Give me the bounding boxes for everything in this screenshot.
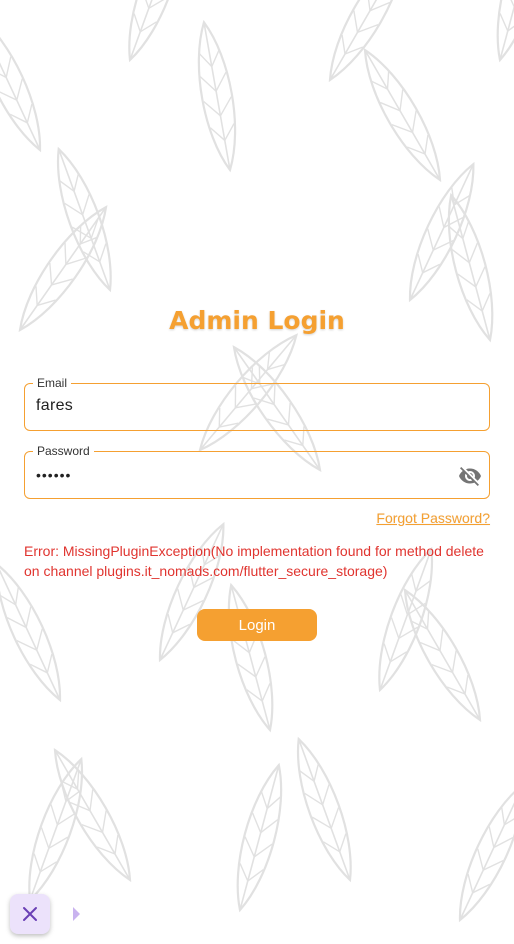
password-value: •••••• <box>36 467 72 483</box>
arrow-right-icon[interactable] <box>72 906 82 922</box>
email-field[interactable]: Email fares <box>24 375 490 431</box>
password-field[interactable]: Password •••••• <box>24 443 490 499</box>
page-title: Admin Login <box>169 306 345 335</box>
email-label: Email <box>33 375 72 391</box>
login-screen: Admin Login Email fares Password •••••• … <box>0 0 514 944</box>
error-message: Error: MissingPluginException(No impleme… <box>24 543 484 579</box>
close-button[interactable] <box>10 894 50 934</box>
email-value: fares <box>36 397 74 414</box>
close-icon <box>23 907 37 921</box>
password-label: Password <box>33 443 94 459</box>
visibility-off-icon[interactable] <box>458 464 482 488</box>
forgot-password-link[interactable]: Forgot Password? <box>376 510 490 526</box>
login-button[interactable]: Login <box>197 609 317 641</box>
